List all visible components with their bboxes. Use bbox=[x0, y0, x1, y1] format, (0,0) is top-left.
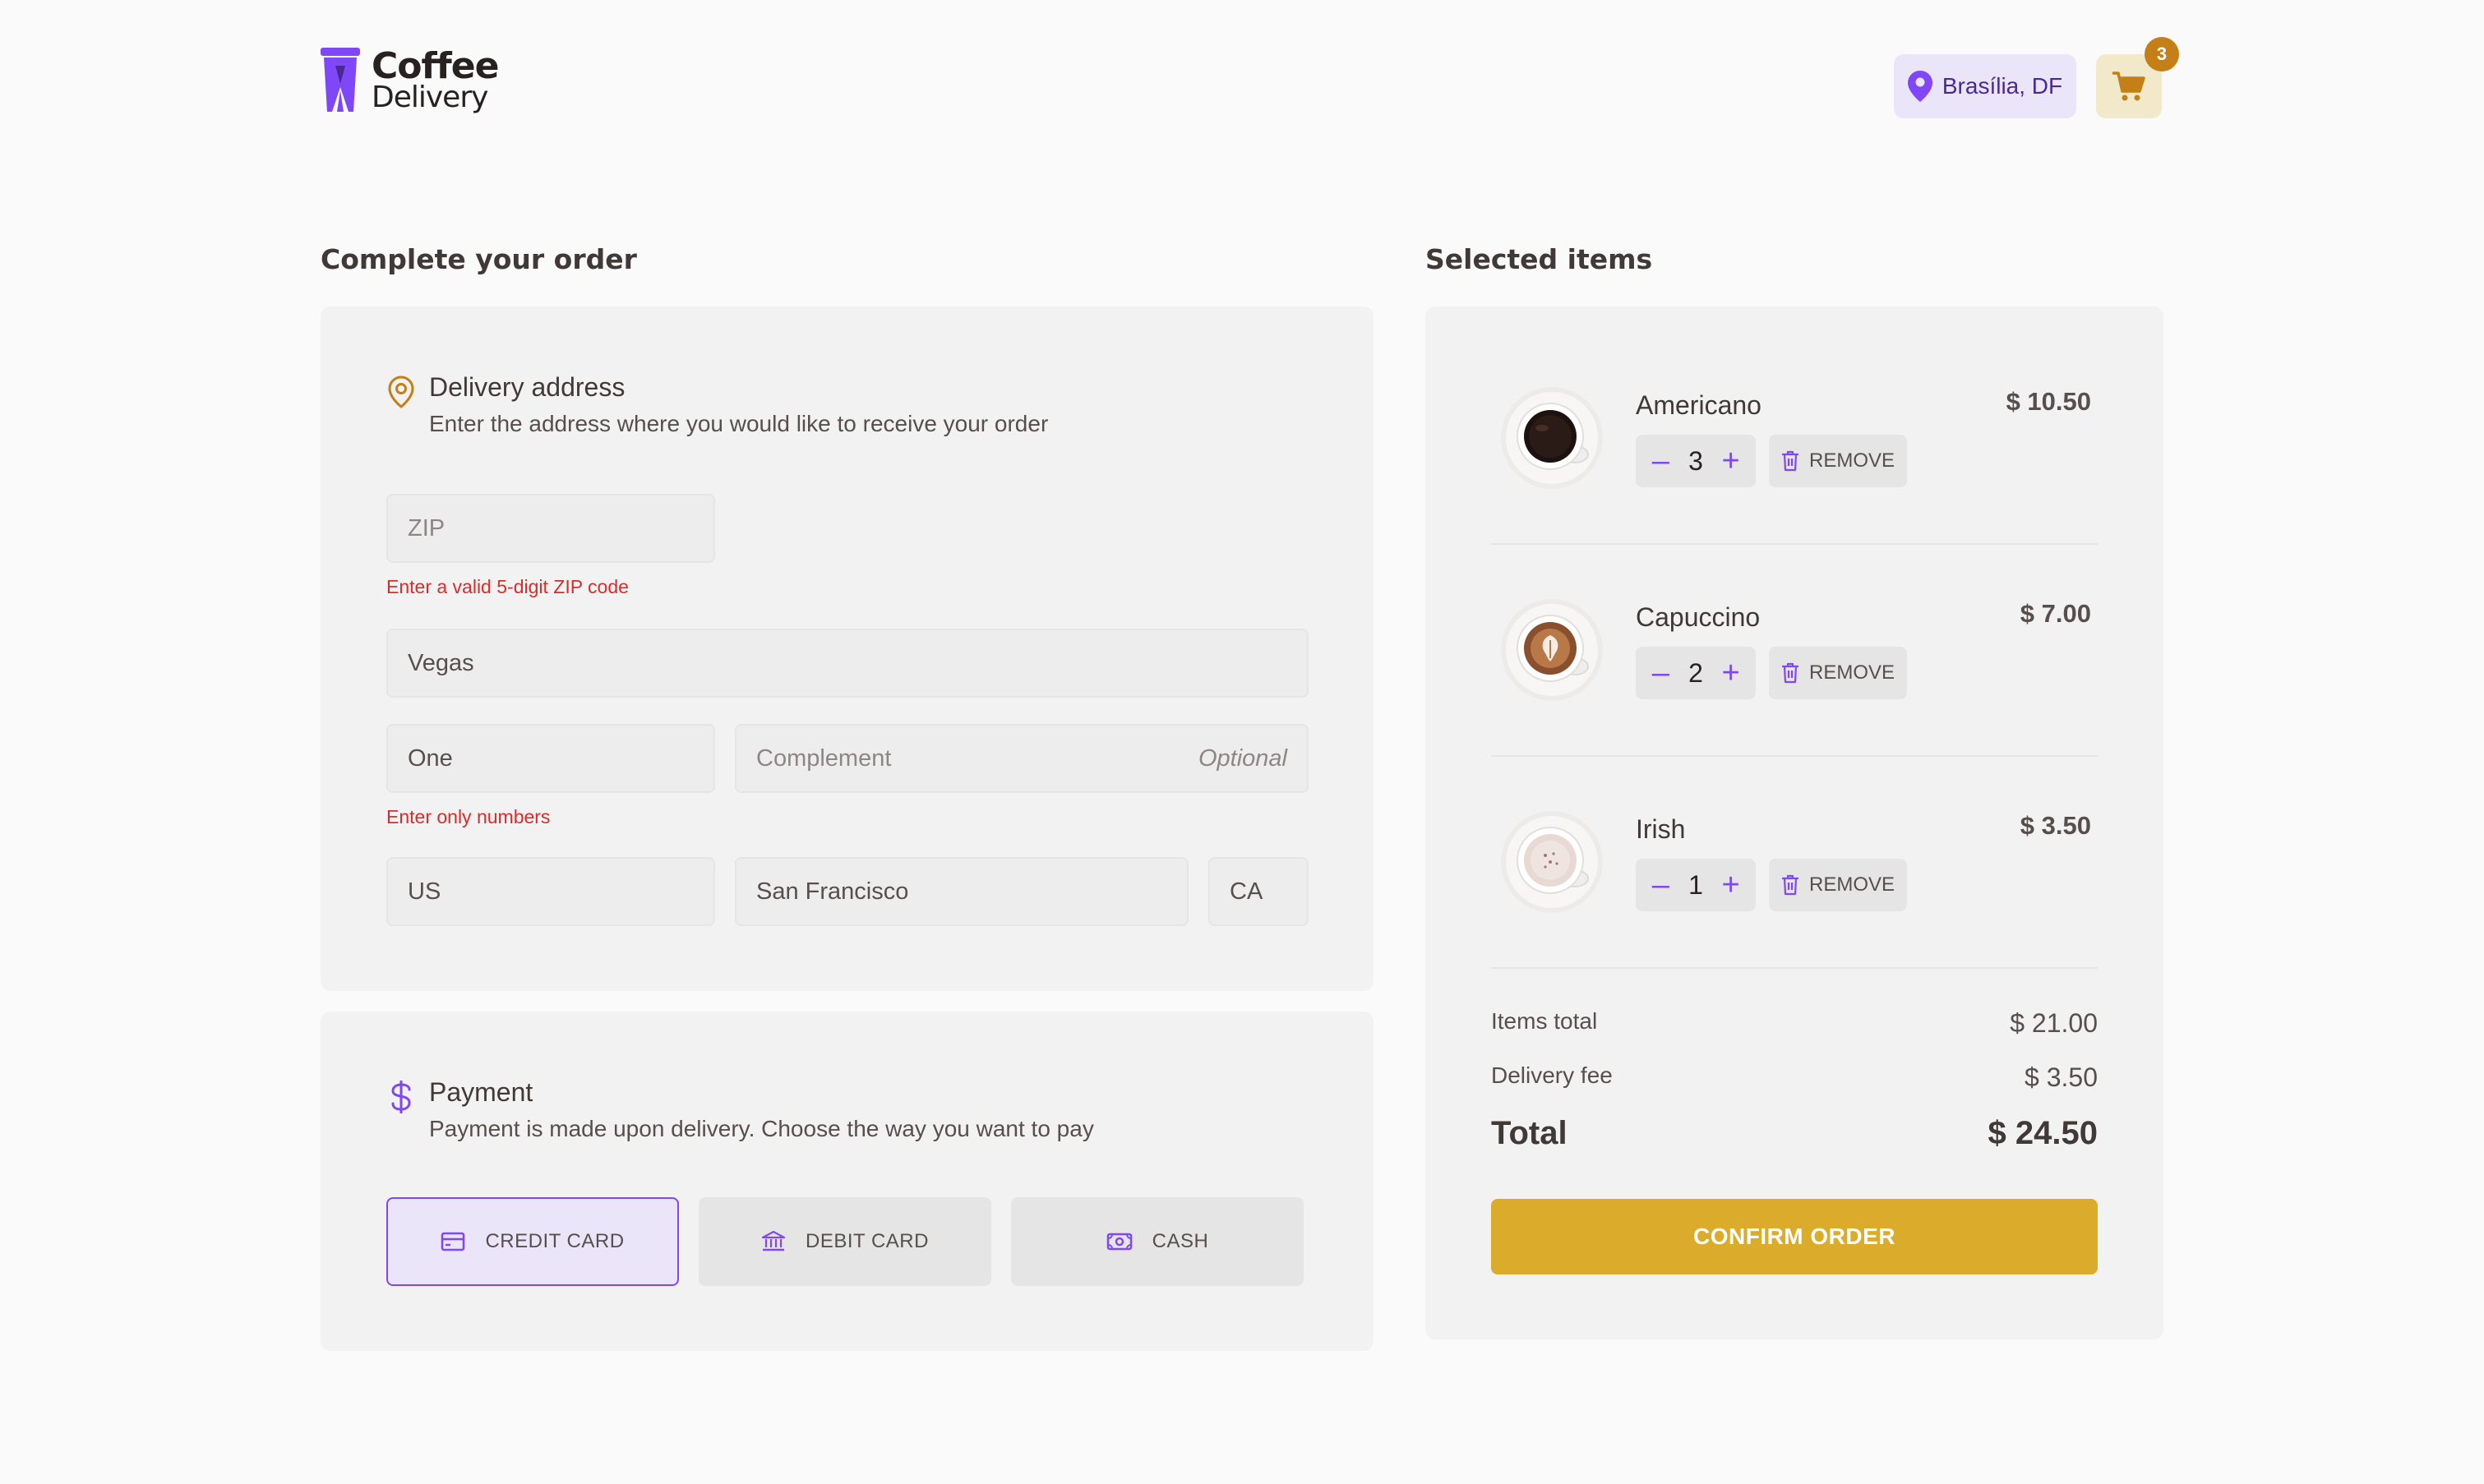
complement-optional-hint: Optional bbox=[1198, 744, 1287, 772]
remove-item-button[interactable]: REMOVE bbox=[1769, 647, 1907, 699]
logo-text-coffee: Coffee bbox=[372, 45, 499, 87]
item-price: $ 3.50 bbox=[2020, 811, 2091, 840]
cart-item: Irish $ 3.50 – 1 + REMOVE bbox=[1491, 730, 2098, 942]
cart-title: Selected items bbox=[1425, 243, 1653, 275]
increase-quantity-button[interactable]: + bbox=[1719, 445, 1743, 477]
item-price: $ 7.00 bbox=[2020, 599, 2091, 628]
capuccino-image bbox=[1501, 599, 1603, 701]
item-divider bbox=[1491, 967, 2098, 969]
trash-icon bbox=[1781, 450, 1798, 472]
street-input[interactable]: Vegas bbox=[386, 629, 1309, 698]
cart-item: Americano $ 10.50 – 3 + REMOVE bbox=[1491, 306, 2098, 518]
address-card: Delivery address Enter the address where… bbox=[321, 306, 1374, 991]
map-pin-line-icon bbox=[388, 376, 414, 408]
increase-quantity-button[interactable]: + bbox=[1719, 869, 1743, 901]
state-value: CA bbox=[1230, 878, 1263, 905]
quantity-stepper: – 3 + bbox=[1636, 435, 1756, 487]
decrease-quantity-button[interactable]: – bbox=[1648, 445, 1673, 477]
bank-icon bbox=[761, 1230, 786, 1251]
delivery-fee-value: $ 3.50 bbox=[2025, 1062, 2098, 1092]
remove-item-button[interactable]: REMOVE bbox=[1769, 435, 1907, 487]
increase-quantity-button[interactable]: + bbox=[1719, 657, 1743, 689]
payment-header: Payment Payment is made upon delivery. C… bbox=[386, 1077, 1094, 1142]
decrease-quantity-button[interactable]: – bbox=[1648, 657, 1673, 689]
city-value: San Francisco bbox=[756, 878, 909, 905]
payment-debit-card-button[interactable]: DEBIT CARD bbox=[699, 1197, 991, 1286]
total-row: Total $ 24.50 bbox=[1491, 1115, 2098, 1152]
city-input[interactable]: San Francisco bbox=[735, 857, 1189, 926]
trash-icon bbox=[1781, 874, 1798, 896]
remove-label: REMOVE bbox=[1808, 449, 1895, 472]
cart-item: Capuccino $ 7.00 – 2 + REMOVE bbox=[1491, 518, 2098, 730]
item-price: $ 10.50 bbox=[2006, 387, 2091, 416]
remove-label: REMOVE bbox=[1808, 873, 1895, 896]
address-header: Delivery address Enter the address where… bbox=[386, 372, 1048, 437]
payment-heading: Payment bbox=[429, 1077, 533, 1107]
items-total-value: $ 21.00 bbox=[2010, 1008, 2098, 1038]
zip-placeholder: ZIP bbox=[408, 514, 446, 542]
quantity-value: 1 bbox=[1688, 869, 1703, 900]
debit-card-label: DEBIT CARD bbox=[806, 1230, 929, 1252]
credit-card-icon bbox=[441, 1232, 465, 1251]
credit-card-label: CREDIT CARD bbox=[485, 1230, 625, 1252]
americano-image bbox=[1501, 387, 1603, 489]
confirm-order-button[interactable]: CONFIRM ORDER bbox=[1491, 1199, 2098, 1274]
quantity-value: 2 bbox=[1688, 657, 1703, 688]
map-pin-icon bbox=[1907, 71, 1932, 102]
money-icon bbox=[1106, 1233, 1132, 1251]
payment-subheading: Payment is made upon delivery. Choose th… bbox=[429, 1116, 1094, 1141]
checkout-title: Complete your order bbox=[321, 243, 637, 275]
payment-card: Payment Payment is made upon delivery. C… bbox=[321, 1012, 1374, 1351]
logo-text-delivery: Delivery bbox=[372, 80, 488, 114]
delivery-fee-row: Delivery fee $ 3.50 bbox=[1491, 1062, 2098, 1093]
logo[interactable]: Coffee Delivery bbox=[321, 46, 499, 115]
state-input[interactable]: CA bbox=[1208, 857, 1309, 926]
address-heading: Delivery address bbox=[429, 372, 626, 402]
number-error: Enter only numbers bbox=[386, 806, 551, 827]
address-subheading: Enter the address where you would like t… bbox=[429, 411, 1049, 436]
street-value: Vegas bbox=[408, 649, 474, 676]
complement-input[interactable]: Complement Optional bbox=[735, 724, 1309, 793]
quantity-stepper: – 1 + bbox=[1636, 859, 1756, 911]
decrease-quantity-button[interactable]: – bbox=[1648, 869, 1673, 901]
shopping-cart-icon bbox=[2112, 71, 2145, 101]
total-value: $ 24.50 bbox=[1988, 1115, 2098, 1151]
coffee-cup-logo-icon bbox=[321, 48, 360, 112]
number-value: One bbox=[408, 744, 453, 772]
items-total-row: Items total $ 21.00 bbox=[1491, 1008, 2098, 1039]
country-input[interactable]: US bbox=[386, 857, 715, 926]
remove-item-button[interactable]: REMOVE bbox=[1769, 859, 1907, 911]
delivery-fee-label: Delivery fee bbox=[1491, 1062, 1613, 1088]
currency-dollar-icon bbox=[391, 1081, 411, 1113]
quantity-stepper: – 2 + bbox=[1636, 647, 1756, 699]
payment-credit-card-button[interactable]: CREDIT CARD bbox=[386, 1197, 679, 1286]
location-label: Brasília, DF bbox=[1941, 73, 2063, 99]
irish-coffee-image bbox=[1501, 811, 1603, 913]
cash-label: CASH bbox=[1152, 1230, 1209, 1252]
cart-card: Americano $ 10.50 – 3 + REMOVE Capuccino… bbox=[1425, 306, 2163, 1339]
zip-error: Enter a valid 5-digit ZIP code bbox=[386, 576, 629, 597]
country-value: US bbox=[408, 878, 441, 905]
remove-label: REMOVE bbox=[1808, 661, 1895, 684]
payment-cash-button[interactable]: CASH bbox=[1011, 1197, 1304, 1286]
quantity-value: 3 bbox=[1688, 445, 1703, 476]
cart-count-badge: 3 bbox=[2145, 37, 2179, 71]
item-name: Americano bbox=[1636, 390, 1761, 420]
items-total-label: Items total bbox=[1491, 1008, 1598, 1034]
location-pill[interactable]: Brasília, DF bbox=[1894, 54, 2076, 118]
complement-placeholder: Complement bbox=[756, 744, 892, 772]
number-input[interactable]: One bbox=[386, 724, 715, 793]
item-name: Capuccino bbox=[1636, 602, 1761, 632]
total-label: Total bbox=[1491, 1115, 1568, 1151]
zip-input[interactable]: ZIP bbox=[386, 494, 715, 563]
trash-icon bbox=[1781, 662, 1798, 684]
item-name: Irish bbox=[1636, 814, 1686, 844]
